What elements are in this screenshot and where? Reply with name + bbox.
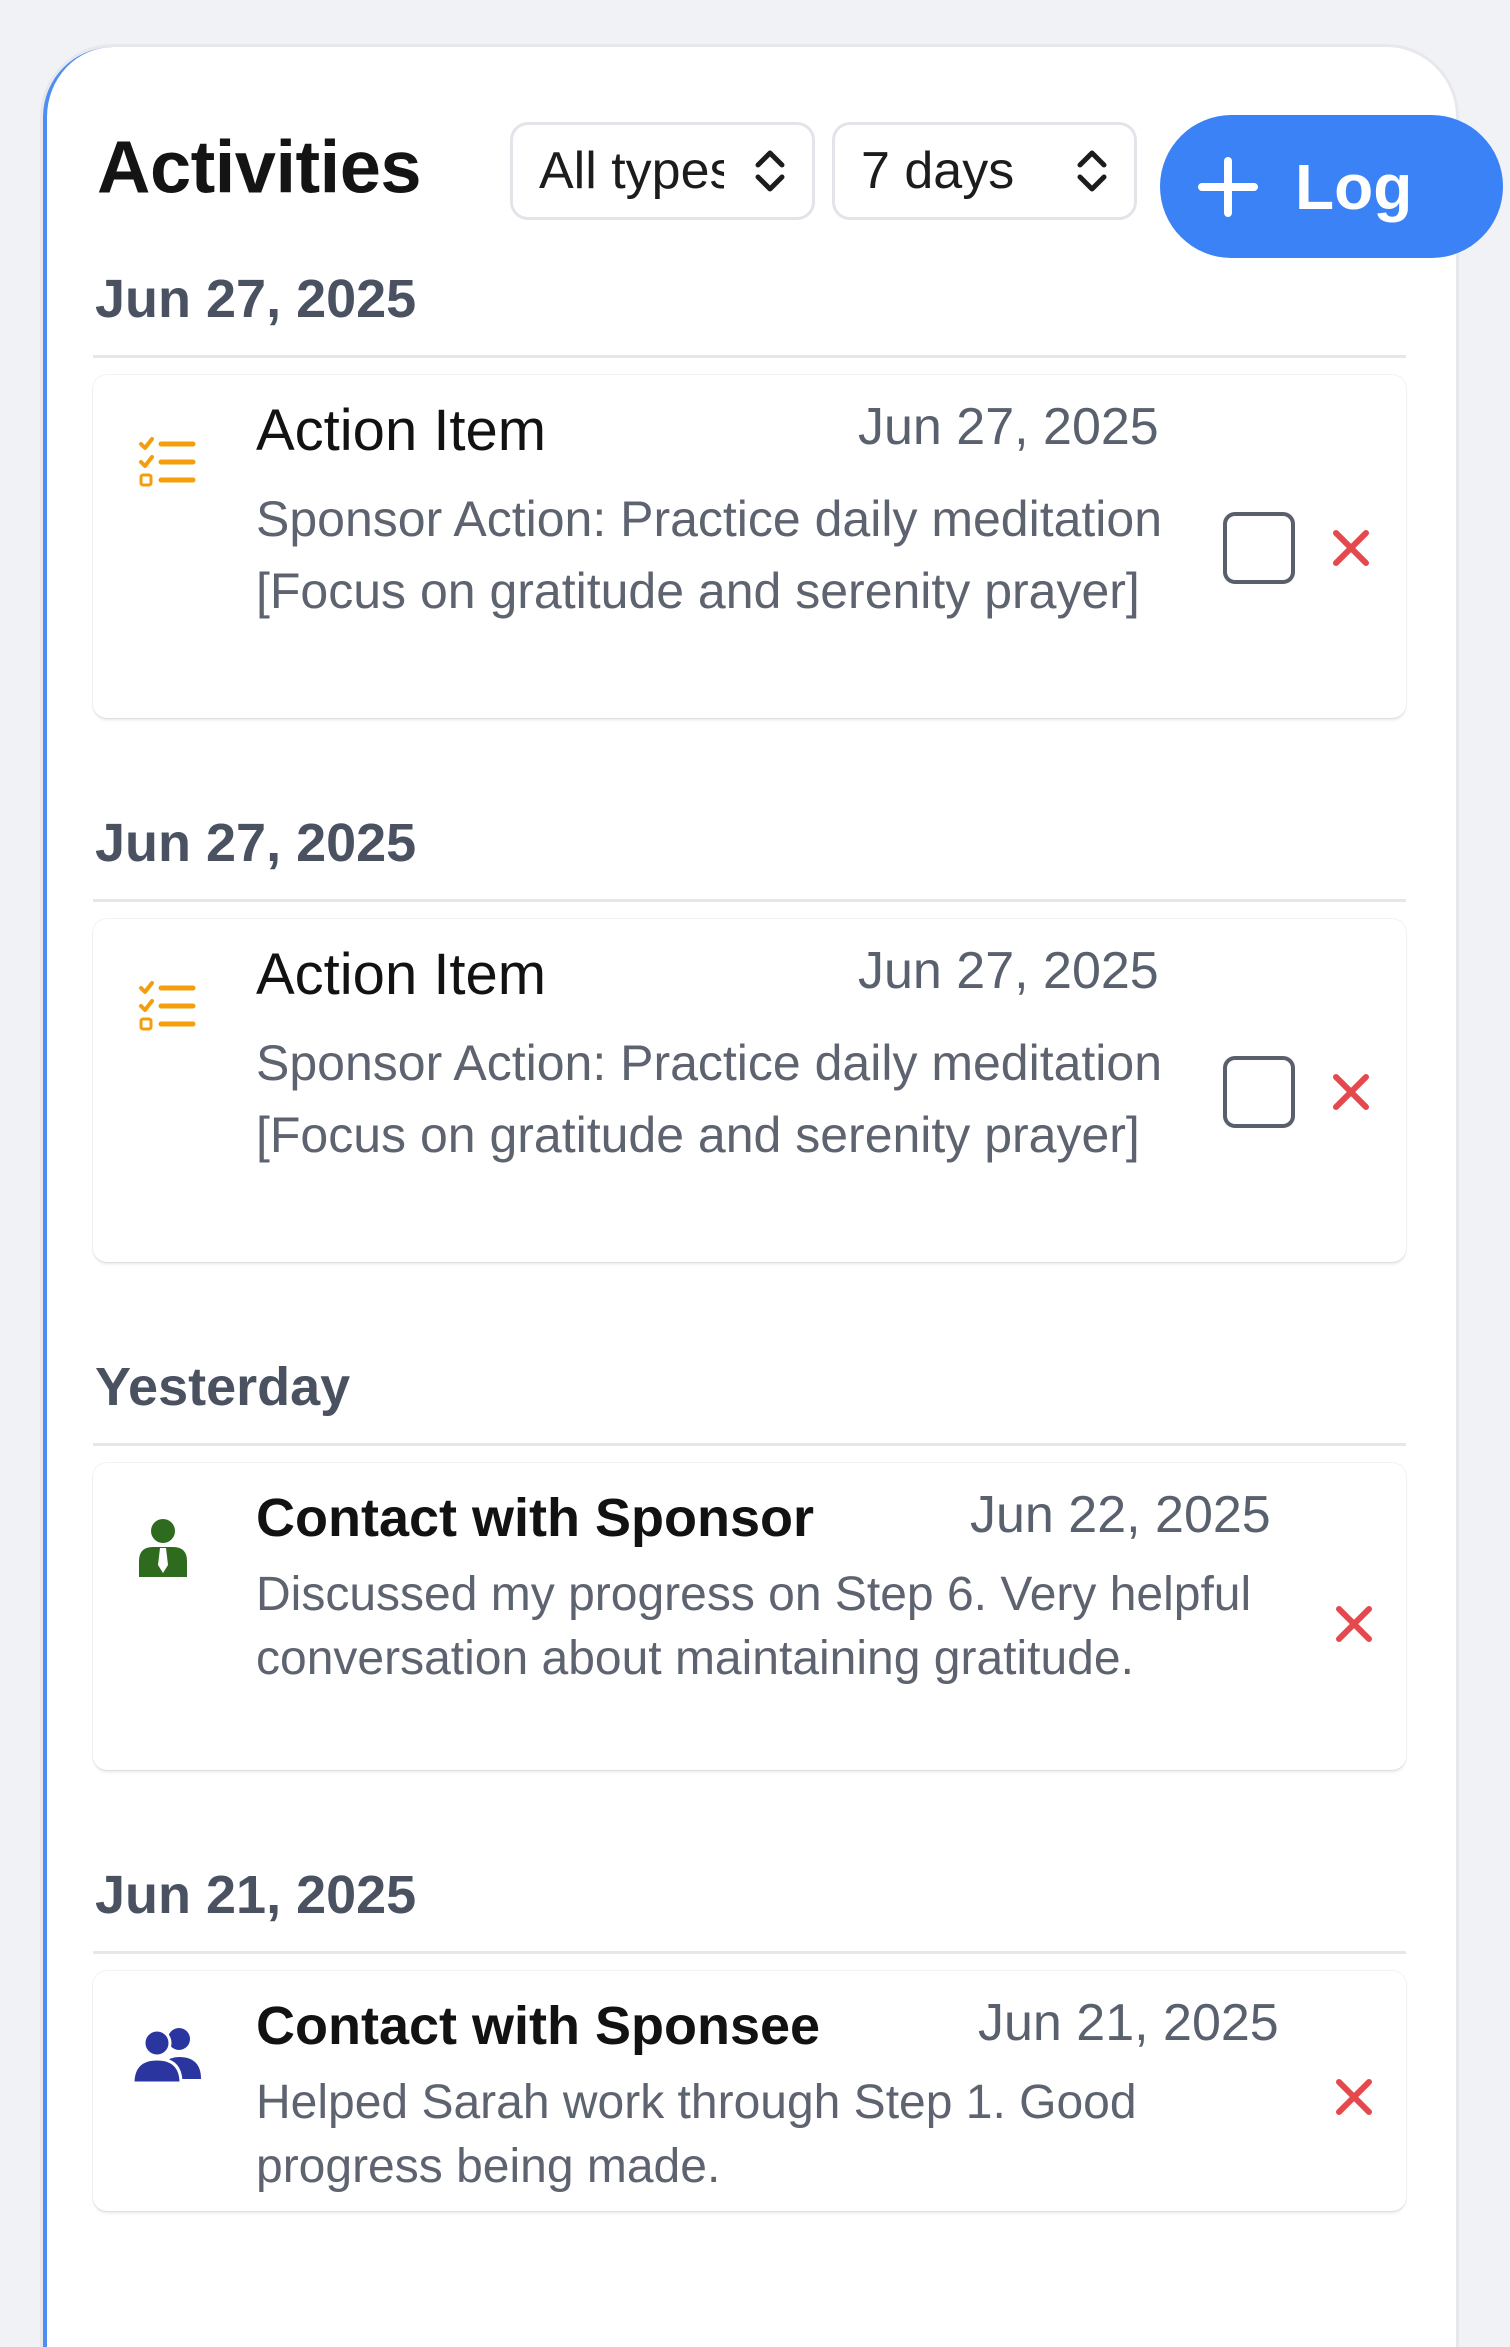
person-tie-icon — [139, 1519, 187, 1577]
entry-title: Contact with Sponsor — [256, 1488, 814, 1548]
entry-description: Sponsor Action: Practice daily meditatio… — [256, 491, 1163, 619]
group-heading: Jun 21, 2025 — [95, 1865, 417, 1925]
log-activity-button[interactable]: Log — [1160, 115, 1503, 258]
entry-description: Discussed my progress on Step 6. Very he… — [256, 1568, 1252, 1685]
page-title: Activities — [97, 125, 422, 209]
group-heading: Jun 27, 2025 — [95, 813, 417, 873]
entry-title: Action Item — [256, 942, 547, 1007]
activity-entry: Contact with Sponsor Jun 22, 2025 Discus… — [93, 1463, 1406, 1770]
entry-title: Contact with Sponsee — [256, 1996, 821, 2056]
entry-title: Action Item — [256, 398, 547, 463]
complete-checkbox[interactable] — [1223, 512, 1295, 584]
checklist-icon — [139, 437, 196, 487]
range-filter-select[interactable]: 7 days — [832, 122, 1137, 220]
group-divider — [93, 1443, 1406, 1446]
type-filter-select[interactable]: All types — [510, 122, 815, 220]
activity-entry: Action Item Jun 27, 2025 Sponsor Action:… — [93, 375, 1406, 718]
group-divider — [93, 355, 1406, 358]
log-button-label: Log — [1295, 150, 1413, 223]
range-filter-value: 7 days — [861, 142, 1015, 200]
group-heading: Yesterday — [95, 1357, 351, 1417]
user-group-icon — [131, 2028, 201, 2085]
group-divider — [93, 1951, 1406, 1954]
entry-description: Helped Sarah work through Step 1. Good p… — [256, 2076, 1137, 2193]
entry-description: Sponsor Action: Practice daily meditatio… — [256, 1035, 1163, 1163]
chevron-up-down-icon — [755, 150, 785, 192]
entry-date: Jun 27, 2025 — [858, 942, 1159, 1000]
checklist-icon — [139, 981, 196, 1031]
entry-date: Jun 27, 2025 — [858, 398, 1159, 456]
group-divider — [93, 899, 1406, 902]
type-filter-value: All types — [539, 142, 724, 200]
delete-icon[interactable] — [1330, 527, 1372, 569]
plus-icon — [1198, 156, 1258, 217]
entry-date: Jun 22, 2025 — [970, 1486, 1271, 1544]
delete-icon[interactable] — [1333, 1603, 1375, 1645]
entry-date: Jun 21, 2025 — [978, 1994, 1279, 2052]
activity-entry: Contact with Sponsee Jun 21, 2025 Helped… — [93, 1971, 1406, 2211]
complete-checkbox[interactable] — [1223, 1056, 1295, 1128]
chevron-up-down-icon — [1077, 150, 1107, 192]
activity-entry: Action Item Jun 27, 2025 Sponsor Action:… — [93, 919, 1406, 1262]
activities-header: Activities All types 7 days Log — [97, 97, 1503, 258]
delete-icon[interactable] — [1333, 2076, 1375, 2118]
delete-icon[interactable] — [1330, 1071, 1372, 1113]
group-heading: Jun 27, 2025 — [95, 269, 417, 329]
